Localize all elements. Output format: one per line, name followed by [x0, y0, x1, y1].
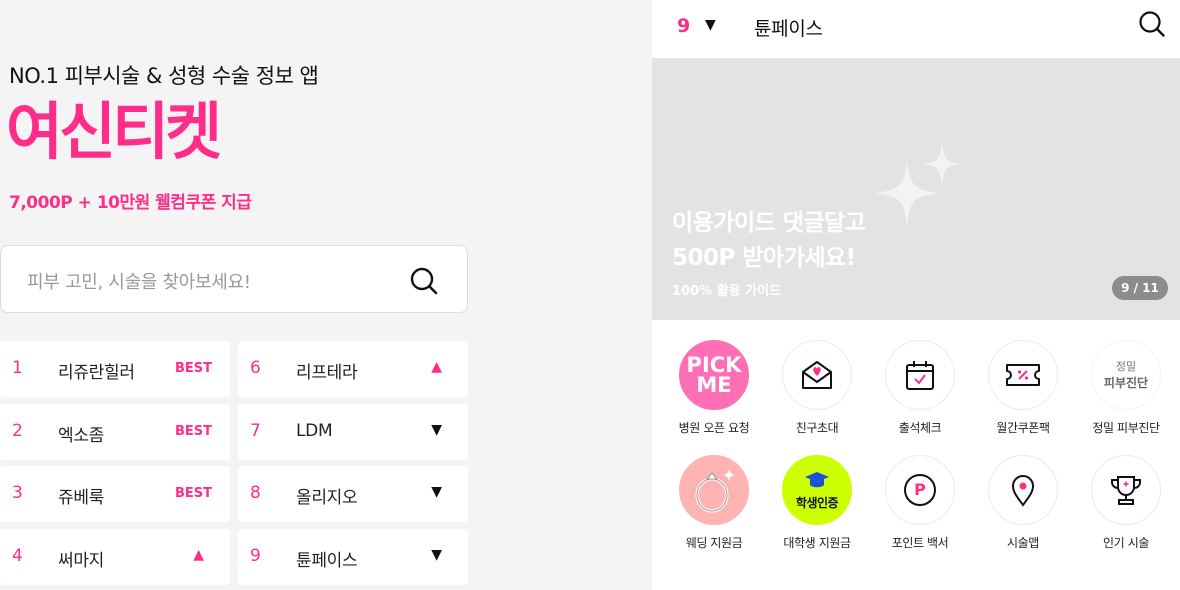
- ranking-number: 3: [12, 483, 23, 503]
- trend-up-icon: ▲: [193, 547, 204, 563]
- pick-me-icon: PICK ME: [679, 340, 749, 410]
- trend-down-icon: ▼: [431, 547, 442, 563]
- point-icon: P: [885, 455, 955, 525]
- best-badge: BEST: [174, 486, 212, 501]
- heart-envelope-icon: [782, 340, 852, 410]
- best-badge: BEST: [174, 361, 212, 376]
- menu-label: 병원 오픈 요청: [678, 421, 750, 435]
- ranking-name: LDM: [296, 421, 333, 441]
- ranking-item[interactable]: 4 써마지 ▲: [0, 529, 230, 585]
- menu-label: 시술맵: [1007, 536, 1039, 550]
- ranking-item[interactable]: 7 LDM ▼: [238, 404, 468, 460]
- menu-label: 포인트 백서: [891, 536, 949, 550]
- trophy-icon: [1091, 455, 1161, 525]
- ranking-name: 엑소좀: [58, 426, 105, 446]
- menu-item-student-support[interactable]: 학생인증 대학생 지원금: [766, 455, 866, 565]
- banner-subtitle: 100% 활용 가이드: [672, 284, 782, 299]
- banner-headline: 500P 받아가세요!: [672, 245, 856, 271]
- menu-item-wedding-support[interactable]: 웨딩 지원금: [663, 455, 763, 565]
- menu-label: 웨딩 지원금: [685, 536, 743, 550]
- menu-label: 인기 시술: [1103, 536, 1149, 550]
- menu-item-skin-diagnosis[interactable]: 정밀 피부진단 정밀 피부진단: [1075, 340, 1175, 450]
- ranking-item[interactable]: 6 리프테라 ▲: [238, 341, 468, 397]
- welcome-reward-text: 7,000P + 10만원 웰컴쿠폰 지급: [9, 193, 252, 213]
- ranking-name: 리프테라: [296, 363, 358, 383]
- menu-item-invite-friend[interactable]: 친구초대: [766, 340, 866, 450]
- skin-diagnosis-text-top: 정밀: [1115, 359, 1137, 373]
- best-badge: BEST: [174, 424, 212, 439]
- trend-up-icon: ▲: [431, 359, 442, 375]
- app-preview-panel: 9 ▼ 튠페이스 이용가이드 댓글달고 500P 받아가세요! 100% 활용 …: [652, 0, 1180, 590]
- menu-label: 출석체크: [898, 421, 942, 435]
- menu-item-hospital-request[interactable]: PICK ME 병원 오픈 요청: [663, 340, 763, 450]
- menu-item-coupon-pack[interactable]: 월간쿠폰팩: [972, 340, 1072, 450]
- brand-logo: 여신티켓: [6, 95, 222, 168]
- ranking-item[interactable]: 8 올리지오 ▼: [238, 466, 468, 522]
- search-placeholder: 피부 고민, 시술을 찾아보세요!: [27, 272, 251, 293]
- trend-down-icon: ▼: [431, 484, 442, 500]
- ranking-number: 7: [250, 421, 261, 441]
- ranking-item[interactable]: 3 쥬베룩 BEST: [0, 466, 230, 522]
- ranking-number: 8: [250, 483, 261, 503]
- pick-me-text: PICK ME: [686, 353, 742, 397]
- menu-label: 월간쿠폰팩: [996, 421, 1050, 435]
- search-icon[interactable]: [409, 266, 439, 296]
- graduation-cap-icon: 학생인증: [782, 455, 852, 525]
- ranking-number: 1: [12, 358, 23, 378]
- search-icon[interactable]: [1138, 10, 1166, 38]
- promo-banner[interactable]: 이용가이드 댓글달고 500P 받아가세요! 100% 활용 가이드 9 / 1…: [652, 58, 1180, 320]
- graduation-cap-icon: [804, 471, 829, 487]
- banner-pager: 9 / 11: [1112, 276, 1168, 300]
- map-pin-icon: [988, 455, 1058, 525]
- calendar-check-icon: [885, 340, 955, 410]
- menu-label: 정밀 피부진단: [1092, 421, 1160, 435]
- chevron-down-icon[interactable]: ▼: [705, 17, 716, 33]
- menu-label: 대학생 지원금: [783, 536, 851, 550]
- ranking-number: 6: [250, 358, 261, 378]
- ranking-number: 4: [12, 546, 23, 566]
- promo-panel: NO.1 피부시술 & 성형 수술 정보 앱 여신티켓 7,000P + 10만…: [0, 0, 652, 590]
- ranking-number: 2: [12, 421, 23, 441]
- menu-item-attendance[interactable]: 출석체크: [869, 340, 969, 450]
- search-input[interactable]: 피부 고민, 시술을 찾아보세요!: [0, 245, 468, 313]
- menu-label: 친구초대: [795, 421, 839, 435]
- ranking-ticker-bar[interactable]: 9 ▼ 튠페이스: [652, 0, 1180, 58]
- skin-diagnosis-icon: 정밀 피부진단: [1091, 340, 1161, 410]
- ranking-name: 쥬베룩: [58, 488, 105, 508]
- ranking-name: 올리지오: [296, 488, 358, 508]
- ticker-rank-name: 튠페이스: [754, 18, 823, 40]
- student-badge-text: 학생인증: [795, 495, 839, 510]
- skin-diagnosis-text-bottom: 피부진단: [1103, 375, 1149, 390]
- ranking-name: 튠페이스: [296, 551, 358, 571]
- trend-down-icon: ▼: [431, 422, 442, 438]
- coupon-icon: [988, 340, 1058, 410]
- ranking-item[interactable]: 1 리쥬란힐러 BEST: [0, 341, 230, 397]
- ranking-item[interactable]: 2 엑소좀 BEST: [0, 404, 230, 460]
- tagline: NO.1 피부시술 & 성형 수술 정보 앱: [9, 64, 319, 88]
- menu-item-popular-procedure[interactable]: 인기 시술: [1075, 455, 1175, 565]
- point-letter: P: [904, 474, 936, 506]
- ranking-number: 9: [250, 546, 261, 566]
- sparkle-icon: [874, 143, 962, 226]
- ranking-item[interactable]: 9 튠페이스 ▼: [238, 529, 468, 585]
- ring-icon: [679, 455, 749, 525]
- ticker-rank-number: 9: [677, 15, 691, 37]
- ranking-name: 써마지: [58, 551, 105, 571]
- banner-headline: 이용가이드 댓글달고: [672, 210, 866, 236]
- ranking-name: 리쥬란힐러: [58, 363, 135, 383]
- menu-item-procedure-map[interactable]: 시술맵: [972, 455, 1072, 565]
- menu-item-point-guide[interactable]: P 포인트 백서: [869, 455, 969, 565]
